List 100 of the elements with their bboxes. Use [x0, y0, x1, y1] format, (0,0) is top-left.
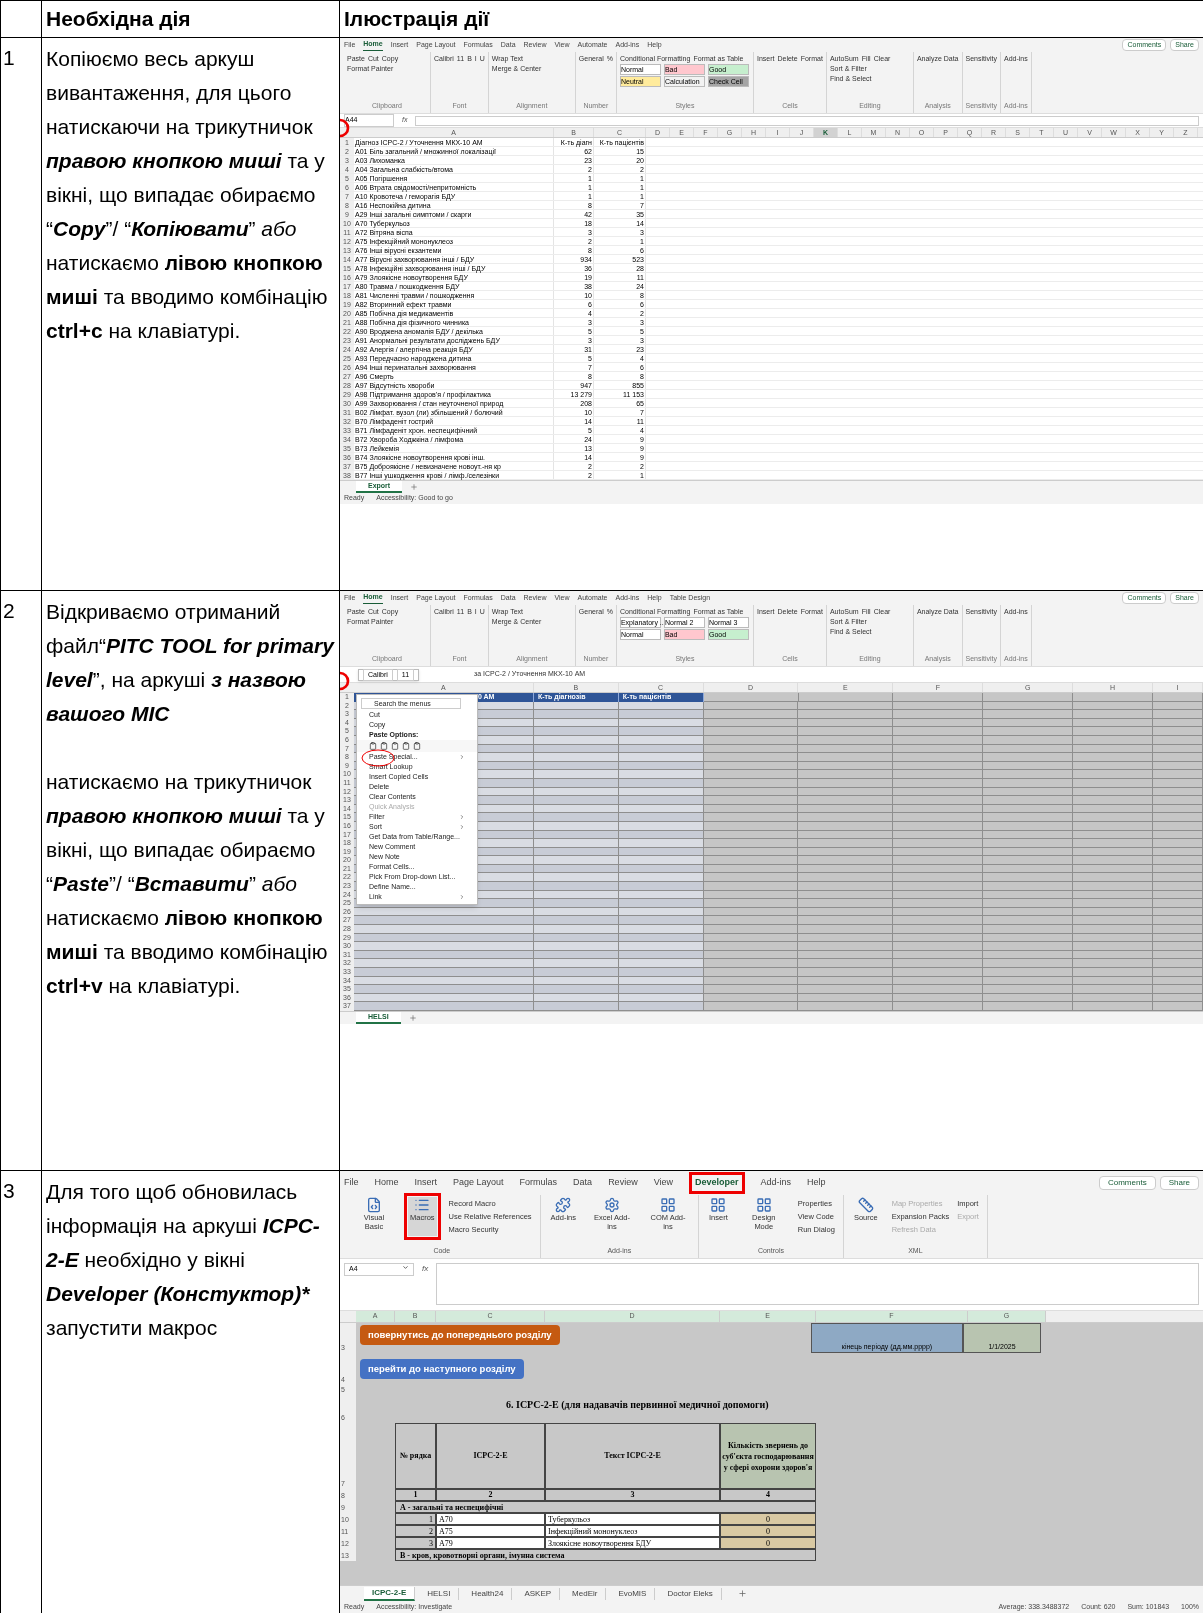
table-cell	[1153, 882, 1203, 891]
dropdown-icon	[402, 1264, 409, 1271]
table-cell: A79	[436, 1537, 545, 1549]
table-header-cell: № рядка	[395, 1423, 436, 1489]
formula-label: fx	[422, 1263, 429, 1275]
table-cell	[1153, 830, 1203, 840]
table-cell: A70	[436, 1513, 545, 1525]
section-title-cell: В - кров, кровотворні органи, імунна система	[395, 1549, 816, 1561]
sheet-tab[interactable]: HELSI	[419, 1587, 460, 1600]
table-cell	[1153, 727, 1203, 736]
table-cell	[1153, 701, 1203, 711]
table-cell	[1153, 787, 1203, 797]
table-cell	[1153, 796, 1203, 805]
sheet-tab[interactable]: Health24	[463, 1587, 513, 1600]
back-button[interactable]: повернутись до попереднього розділу	[360, 1325, 560, 1346]
ribbon-command-icon	[604, 1197, 620, 1213]
table-cell: Злоякісне новоутворення БДУ	[545, 1537, 720, 1549]
table-cell	[1153, 942, 1203, 951]
instruction-text: натискаємо на трикутничок правою кнопкою миші та у вікні, що випадає обираємо “Paste”/ “Вставити” або натискаємо лівою кнопкою миші та вводимо комбінацію ctrl+v на клавіатурі.	[46, 769, 329, 999]
table-cell	[1153, 873, 1203, 883]
table-cell	[1153, 839, 1203, 848]
step-number: 2	[3, 599, 15, 622]
ribbon-tab[interactable]: Developer	[689, 1172, 745, 1194]
sheet-tab[interactable]: ASKEP	[516, 1587, 561, 1600]
ribbon-tab[interactable]: Help	[807, 1176, 826, 1190]
table-cell	[1153, 959, 1203, 968]
sheet-tab[interactable]: EvoMIS	[610, 1587, 656, 1600]
table-cell: 2	[395, 1525, 436, 1537]
sheet-tab[interactable]: MedEir	[564, 1587, 607, 1600]
paste-option-icon[interactable]	[391, 742, 399, 750]
table-cell	[1153, 899, 1203, 908]
column-heading: Ілюстрація дії	[344, 6, 490, 33]
step-number: 3	[3, 1179, 15, 1202]
sheet-tab[interactable]: Doctor Eleks	[659, 1587, 722, 1600]
table-cell: A75	[436, 1525, 545, 1537]
sheet-tab[interactable]: ICPC-2-E	[364, 1586, 416, 1601]
paste-option-icon[interactable]	[380, 742, 388, 750]
ribbon-tab[interactable]: View	[653, 1176, 673, 1190]
column-number-cell: 4	[720, 1489, 816, 1501]
column-number-cell: 1	[395, 1489, 436, 1501]
column-heading: Необхідна дія	[46, 6, 191, 33]
table-cell	[1153, 907, 1203, 917]
paste-option-icon[interactable]	[402, 742, 410, 750]
sheet-title: 6. ICPC-2-E (для надавачів первинної медичної допомоги)	[505, 1398, 769, 1412]
column-number-cell: 2	[436, 1489, 545, 1501]
table-cell: 1	[395, 1513, 436, 1525]
table-cell	[1153, 761, 1203, 771]
table-cell: 0	[720, 1513, 816, 1525]
ribbon-tab[interactable]: Add-ins	[760, 1176, 792, 1190]
ribbon-command-icon	[414, 1197, 431, 1213]
ribbon-tab[interactable]: Page Layout	[453, 1176, 504, 1190]
add-sheet-icon[interactable]	[737, 1589, 747, 1598]
table-cell	[1153, 890, 1203, 900]
ribbon-command-icon	[710, 1197, 727, 1213]
table-cell	[1153, 718, 1203, 728]
table-cell	[1153, 993, 1203, 1003]
table-cell	[1153, 950, 1203, 960]
column-number-cell: 3	[545, 1489, 720, 1501]
ribbon-command-icon	[857, 1197, 874, 1213]
table-cell	[1153, 985, 1203, 994]
ribbon-tab[interactable]: Review	[608, 1176, 638, 1190]
ribbon-command-icon	[366, 1197, 382, 1213]
table-cell	[1153, 856, 1203, 865]
ribbon-command-icon	[555, 1197, 572, 1213]
comments-button[interactable]: Comments	[1098, 1176, 1156, 1190]
table-cell	[1153, 804, 1203, 814]
table-header-cell: ICPC-2-E	[436, 1423, 545, 1489]
table-cell: Туберкульоз	[545, 1513, 720, 1525]
table-cell	[1153, 976, 1203, 986]
section-title-cell: А - загальні та неспецифічні	[395, 1501, 816, 1513]
table-cell	[1153, 916, 1203, 926]
table-cell	[1153, 925, 1203, 934]
table-header-cell: Текст ICPC-2-E	[545, 1423, 720, 1489]
instruction-text: Копіюємо весь аркуш вивантаження, для цього натискаючи на трикутничок правою кнопкою миші та у вікні, що випадає обираємо “Copy”/ “Копіювати” або натискаємо лівою кнопкою миші та вводимо комбінацію ctrl+c на клавіатурі.	[46, 46, 329, 344]
table-cell	[1153, 753, 1203, 762]
table-cell	[1153, 813, 1203, 822]
ribbon-command-icon	[660, 1197, 676, 1213]
table-header-cell: Кількість звернень до суб'єкта господарювання у сфері охорони здоров'я	[720, 1423, 816, 1489]
ribbon-tab[interactable]: Data	[573, 1176, 593, 1190]
instruction-text: Відкриваємо отриманий файл“PITC TOOL for primary level”, на аркуші з назвою вашого МІС	[46, 599, 335, 727]
ribbon-command-icon	[755, 1197, 772, 1213]
table-cell	[1153, 821, 1203, 831]
table-cell: 0	[720, 1525, 816, 1537]
ribbon-tab[interactable]: Insert	[414, 1176, 438, 1190]
ribbon-tab[interactable]: File	[344, 1176, 359, 1190]
next-button[interactable]: перейти до наступного розділу	[360, 1359, 524, 1380]
table-cell: 0	[720, 1537, 816, 1549]
paste-option-icon[interactable]	[369, 742, 377, 750]
table-cell	[1153, 735, 1203, 745]
table-cell	[1153, 770, 1203, 779]
ribbon-tab[interactable]: Home	[374, 1176, 399, 1190]
table-cell: 3	[395, 1537, 436, 1549]
ribbon-tab[interactable]: Formulas	[519, 1176, 558, 1190]
table-cell	[1153, 933, 1203, 943]
paste-option-icon[interactable]	[413, 742, 421, 750]
step-number: 1	[3, 46, 15, 69]
table-cell	[1153, 778, 1203, 788]
table-cell	[1153, 968, 1203, 977]
share-button[interactable]: Share	[1159, 1176, 1199, 1190]
table-cell	[1153, 864, 1203, 874]
